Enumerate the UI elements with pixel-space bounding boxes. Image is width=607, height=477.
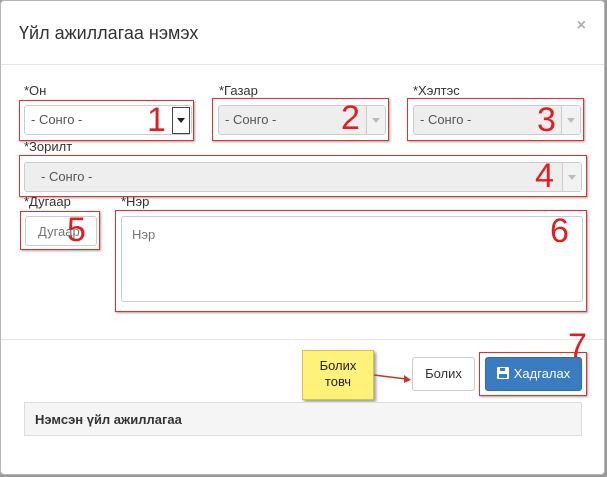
marker-1: 1 bbox=[147, 101, 166, 139]
place-select-value: - Сонго - bbox=[225, 112, 277, 127]
place-select[interactable]: - Сонго - bbox=[218, 105, 386, 135]
chevron-down-icon bbox=[366, 106, 385, 134]
goal-select-value: - Сонго - bbox=[41, 169, 93, 184]
name-label: *Нэр bbox=[121, 194, 150, 209]
add-activity-modal: Үйл ажиллагаа нэмэх × *Он - Сонго - 1 *Г… bbox=[0, 0, 605, 475]
chevron-down-icon bbox=[561, 106, 580, 134]
place-label: *Газар bbox=[219, 83, 258, 98]
added-activities-panel: Нэмсэн үйл ажиллагаа bbox=[24, 402, 582, 436]
department-select-value: - Сонго - bbox=[420, 112, 472, 127]
number-input[interactable] bbox=[25, 216, 97, 246]
goal-label: *Зорилт bbox=[24, 139, 73, 154]
save-button-label: Хадгалах bbox=[513, 366, 571, 381]
modal-title: Үйл ажиллагаа нэмэх bbox=[19, 23, 199, 43]
footer-divider bbox=[1, 339, 604, 340]
cancel-button[interactable]: Болих bbox=[412, 357, 475, 391]
number-label: *Дугаар bbox=[24, 194, 71, 209]
callout-arrow-icon bbox=[373, 374, 411, 383]
department-label: *Хэлтэс bbox=[413, 83, 460, 98]
marker-3: 3 bbox=[537, 101, 556, 139]
marker-4: 4 bbox=[535, 157, 554, 195]
cancel-callout: Болих товч bbox=[302, 350, 374, 400]
close-icon[interactable]: × bbox=[577, 17, 586, 35]
year-select[interactable]: - Сонго - bbox=[24, 105, 192, 135]
panel-title: Нэмсэн үйл ажиллагаа bbox=[35, 412, 182, 427]
name-textarea[interactable] bbox=[121, 216, 583, 302]
chevron-down-icon bbox=[562, 163, 581, 191]
marker-7: 7 bbox=[568, 327, 587, 365]
floppy-disk-icon bbox=[496, 367, 509, 379]
marker-2: 2 bbox=[341, 99, 360, 137]
marker-5: 5 bbox=[67, 211, 86, 249]
modal-header: Үйл ажиллагаа нэмэх × bbox=[1, 1, 604, 65]
chevron-down-icon bbox=[172, 107, 190, 134]
marker-6: 6 bbox=[550, 212, 569, 250]
year-label: *Он bbox=[24, 83, 47, 98]
year-select-value: - Сонго - bbox=[31, 112, 83, 127]
goal-select[interactable]: - Сонго - bbox=[24, 162, 582, 192]
